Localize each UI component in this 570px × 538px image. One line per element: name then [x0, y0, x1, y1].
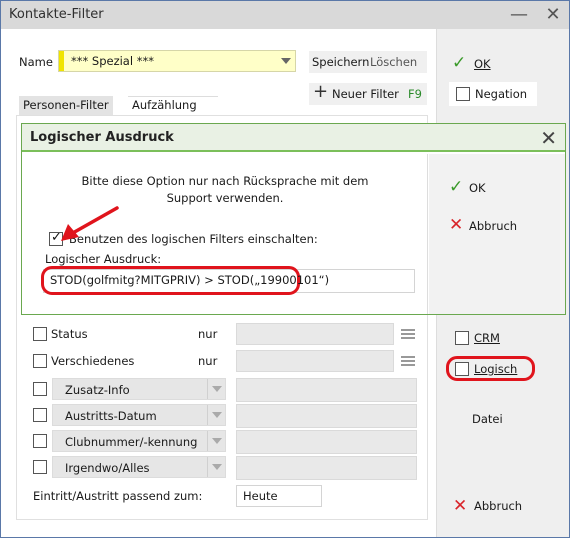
zusatz-info-combo[interactable]: Zusatz-Info — [52, 378, 226, 400]
status-list-icon[interactable] — [401, 329, 415, 339]
title-bar: Kontakte-Filter — ✕ — [1, 1, 569, 29]
verschiedenes-label: Verschiedenes — [51, 354, 135, 368]
negation-option[interactable]: Negation — [449, 82, 537, 106]
dialog-ok-button[interactable]: OK — [469, 181, 486, 195]
crm-checkbox[interactable] — [455, 331, 469, 345]
dialog-cancel-button[interactable]: Abbruch — [469, 219, 517, 233]
status-label: Status — [51, 327, 88, 341]
cancel-x-icon: ✕ — [453, 496, 468, 516]
save-delete-group: Speichern Löschen — [309, 51, 427, 73]
entry-exit-label: Eintritt/Austritt passend zum: — [33, 489, 203, 503]
clubnummer-checkbox[interactable] — [33, 434, 47, 448]
clubnummer-combo[interactable]: Clubnummer/-kennung — [52, 430, 226, 452]
chevron-down-icon[interactable] — [207, 379, 225, 399]
tab-aufzaehlung[interactable]: Aufzählung — [128, 96, 201, 116]
entry-exit-input[interactable]: Heute — [236, 485, 322, 507]
verschiedenes-checkbox[interactable] — [33, 354, 47, 368]
chevron-down-icon[interactable] — [207, 457, 225, 477]
verschiedenes-value-box[interactable] — [236, 350, 394, 372]
close-icon[interactable]: ✕ — [541, 5, 565, 27]
dialog-action-panel: ✓ OK ✕ Abbruch — [429, 154, 565, 314]
ok-button[interactable]: OK — [474, 57, 491, 71]
chevron-down-icon[interactable] — [207, 405, 225, 425]
status-mode: nur — [198, 327, 218, 341]
clubnummer-label: Clubnummer/-kennung — [65, 435, 198, 449]
minimize-icon[interactable]: — — [507, 5, 531, 27]
logisch-label: Logisch — [474, 362, 518, 376]
entry-exit-value: Heute — [243, 489, 278, 503]
new-filter-label: Neuer Filter — [332, 87, 399, 101]
dialog-header: Logischer Ausdruck ✕ — [22, 124, 565, 152]
austritts-datum-checkbox[interactable] — [33, 408, 47, 422]
austritts-datum-value[interactable] — [236, 404, 417, 428]
status-value-box[interactable] — [236, 323, 394, 345]
crm-label: CRM — [474, 331, 500, 345]
required-marker — [59, 51, 64, 71]
irgendwo-value[interactable] — [236, 456, 417, 480]
new-filter-button[interactable]: + Neuer Filter F9 — [309, 81, 427, 105]
austritts-datum-label: Austritts-Datum — [65, 409, 157, 423]
annotation-arrow-icon — [61, 206, 119, 241]
zusatz-info-checkbox[interactable] — [33, 382, 47, 396]
ok-check-icon: ✓ — [449, 177, 464, 197]
status-checkbox[interactable] — [33, 327, 47, 341]
window-title: Kontakte-Filter — [9, 7, 104, 22]
close-icon[interactable]: ✕ — [540, 126, 557, 150]
austritts-datum-combo[interactable]: Austritts-Datum — [52, 404, 226, 426]
expression-value: STOD(golfmitg?MITGPRIV) > STOD(„19900101… — [50, 273, 330, 287]
save-button[interactable]: Speichern — [312, 55, 369, 69]
expression-label: Logischer Ausdruck: — [45, 252, 162, 266]
dialog-title: Logischer Ausdruck — [30, 130, 174, 145]
name-label: Name — [19, 55, 53, 69]
clubnummer-value[interactable] — [236, 430, 417, 454]
logisch-checkbox[interactable] — [455, 362, 469, 376]
ok-check-icon: ✓ — [452, 53, 467, 73]
new-filter-shortcut: F9 — [408, 87, 422, 101]
tab-divider — [128, 96, 218, 97]
datei-button[interactable]: Datei — [472, 412, 503, 426]
name-value: *** Spezial *** — [71, 54, 154, 68]
chevron-down-icon[interactable] — [207, 431, 225, 451]
irgendwo-combo[interactable]: Irgendwo/Alles — [52, 456, 226, 478]
cancel-x-icon: ✕ — [449, 215, 464, 235]
irgendwo-checkbox[interactable] — [33, 460, 47, 474]
verschiedenes-list-icon[interactable] — [401, 356, 415, 366]
abbruch-button[interactable]: Abbruch — [474, 499, 522, 513]
plus-icon: + — [313, 81, 329, 102]
zusatz-info-label: Zusatz-Info — [65, 383, 130, 397]
name-select[interactable]: *** Spezial *** — [58, 50, 296, 72]
negation-label: Negation — [475, 87, 528, 101]
irgendwo-label: Irgendwo/Alles — [65, 461, 150, 475]
dialog-message-line1: Bitte diese Option nur nach Rücksprache … — [81, 174, 369, 188]
chevron-down-icon[interactable] — [275, 51, 295, 71]
zusatz-info-value[interactable] — [236, 378, 417, 402]
tab-personen-filter[interactable]: Personen-Filter — [19, 96, 113, 116]
negation-checkbox[interactable] — [456, 87, 470, 101]
delete-button[interactable]: Löschen — [370, 55, 417, 69]
verschiedenes-mode: nur — [198, 354, 218, 368]
